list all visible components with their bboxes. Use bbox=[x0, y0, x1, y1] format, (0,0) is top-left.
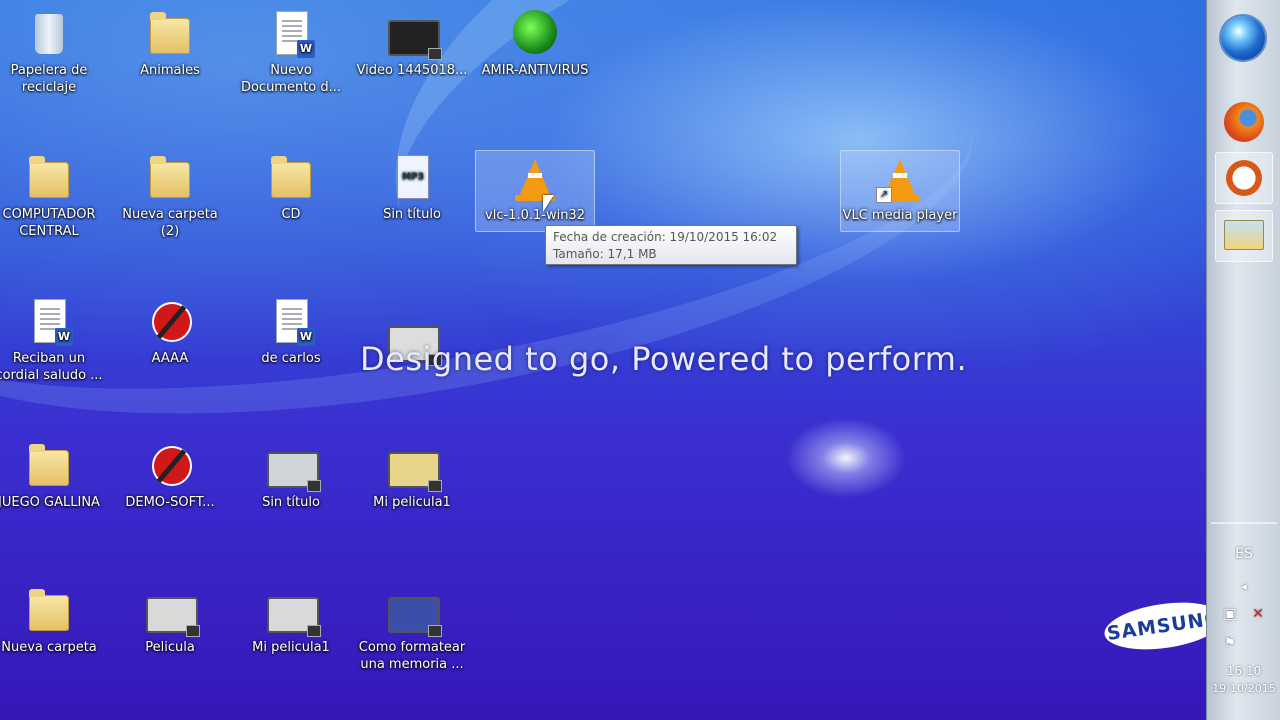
start-button[interactable] bbox=[1207, 6, 1280, 86]
language-indicator[interactable]: ES bbox=[1207, 546, 1280, 562]
desktop-icon-computador-central[interactable]: COMPUTADOR CENTRAL bbox=[0, 150, 107, 240]
icon-label: JUEGO GALLINA bbox=[0, 495, 100, 510]
action-center-icon[interactable]: ⚑ bbox=[1193, 636, 1267, 651]
no-entry-app-icon bbox=[152, 446, 192, 486]
desktop-icon-como-formatear[interactable]: Como formatear una memoria ... bbox=[354, 583, 470, 673]
desktop-icon-vlc-installer[interactable]: vlc-1.0.1-win32 bbox=[475, 150, 595, 232]
mp3-file-icon: MP3 bbox=[398, 156, 428, 198]
taskbar-windows-explorer[interactable] bbox=[1215, 210, 1273, 262]
icon-label: Nueva carpeta (2) bbox=[122, 207, 218, 239]
icon-label: Sin título bbox=[383, 207, 441, 222]
icon-label: Animales bbox=[140, 63, 200, 78]
icon-label: CD bbox=[281, 207, 301, 222]
folder-icon bbox=[29, 444, 69, 486]
video-file-icon bbox=[388, 597, 442, 637]
firefox-icon bbox=[1224, 102, 1264, 142]
folder-icon bbox=[29, 589, 69, 631]
desktop[interactable]: Papelera de reciclaje Animales W Nuevo D… bbox=[0, 0, 1206, 720]
desktop-icon-demo-soft[interactable]: DEMO-SOFT... bbox=[112, 438, 228, 511]
shortcut-arrow-icon: ↗ bbox=[876, 187, 892, 203]
mouse-cursor-icon bbox=[543, 195, 554, 212]
video-file-icon bbox=[388, 20, 442, 60]
icon-label: Video 1445018... bbox=[356, 63, 468, 78]
video-file-icon bbox=[388, 452, 442, 492]
video-file-icon bbox=[146, 597, 200, 637]
app-fist-icon bbox=[1226, 160, 1262, 196]
desktop-icon-mi-pelicula1-b[interactable]: Mi pelicula1 bbox=[233, 583, 349, 656]
desktop-icon-mi-pelicula1-a[interactable]: Mi pelicula1 bbox=[354, 438, 470, 511]
tray-separator bbox=[1211, 522, 1277, 524]
file-tooltip: Fecha de creación: 19/10/2015 16:02 Tama… bbox=[545, 225, 797, 265]
start-orb-icon bbox=[1221, 16, 1265, 60]
icon-label: vlc-1.0.1-win32 bbox=[485, 208, 585, 223]
desktop-icon-de-carlos[interactable]: W de carlos bbox=[233, 294, 349, 367]
clock-date[interactable]: 19/10/2015 bbox=[1207, 682, 1280, 695]
taskbar: ES ◂ ▣ ✕ ⚑ 16:10 19/10/2015 bbox=[1206, 0, 1280, 720]
windows-explorer-icon bbox=[1224, 220, 1264, 250]
tooltip-created: Fecha de creación: 19/10/2015 16:02 bbox=[553, 230, 778, 244]
desktop-icon-reciban-un-cordial[interactable]: W Reciban un cordial saludo ... bbox=[0, 294, 107, 384]
folder-icon bbox=[271, 156, 311, 198]
icon-label: Papelera de reciclaje bbox=[10, 63, 88, 95]
desktop-icon-sin-titulo-mp3[interactable]: MP3 Sin título bbox=[354, 150, 470, 223]
taskbar-app-fist[interactable] bbox=[1215, 152, 1273, 204]
icon-label: VLC media player bbox=[842, 208, 958, 223]
desktop-icon-aaaa[interactable]: AAAA bbox=[112, 294, 228, 367]
icon-label: Como formatear una memoria ... bbox=[358, 640, 466, 672]
speaker-muted-icon[interactable]: ✕ bbox=[1221, 606, 1280, 622]
antivirus-app-icon bbox=[513, 10, 557, 54]
wallpaper-tagline: Designed to go, Powered to perform. bbox=[360, 340, 968, 378]
desktop-icon-sin-titulo-video[interactable]: Sin título bbox=[233, 438, 349, 511]
icon-label: AAAA bbox=[151, 351, 189, 366]
icon-label: de carlos bbox=[261, 351, 321, 366]
desktop-icon-nuevo-documento[interactable]: W Nuevo Documento d... bbox=[233, 6, 349, 96]
icon-label: Reciban un cordial saludo ... bbox=[0, 351, 103, 383]
icon-label: Nueva carpeta bbox=[1, 640, 97, 655]
icon-label: AMIR-ANTIVIRUS bbox=[481, 63, 589, 78]
video-file-icon bbox=[267, 597, 321, 637]
icon-label: Mi pelicula1 bbox=[373, 495, 451, 510]
taskbar-firefox[interactable] bbox=[1215, 96, 1273, 148]
icon-label: Sin título bbox=[262, 495, 320, 510]
desktop-icon-video-1445018[interactable]: Video 1445018... bbox=[354, 6, 470, 79]
desktop-icon-animales[interactable]: Animales bbox=[112, 6, 228, 79]
icon-label: COMPUTADOR CENTRAL bbox=[2, 207, 96, 239]
desktop-icon-juego-gallina[interactable]: JUEGO GALLINA bbox=[0, 438, 107, 511]
desktop-icon-cd[interactable]: CD bbox=[233, 150, 349, 223]
icon-label: Pelicula bbox=[145, 640, 195, 655]
folder-icon bbox=[29, 156, 69, 198]
tooltip-size: Tamaño: 17,1 MB bbox=[553, 247, 657, 261]
show-hidden-icons-button[interactable]: ◂ bbox=[1207, 580, 1280, 593]
clock-time[interactable]: 16:10 bbox=[1207, 664, 1280, 678]
vlc-installer-icon bbox=[519, 159, 551, 197]
folder-icon bbox=[150, 12, 190, 54]
desktop-icon-pelicula[interactable]: Pelicula bbox=[112, 583, 228, 656]
icon-label: DEMO-SOFT... bbox=[125, 495, 215, 510]
video-file-icon bbox=[267, 452, 321, 492]
desktop-icon-amir-antivirus[interactable]: AMIR-ANTIVIRUS bbox=[477, 6, 593, 79]
icon-label: Nuevo Documento d... bbox=[240, 63, 342, 95]
desktop-icon-recycle-bin[interactable]: Papelera de reciclaje bbox=[0, 6, 107, 96]
recycle-bin-icon bbox=[35, 14, 63, 54]
samsung-logo: SAMSUNG bbox=[1101, 595, 1206, 657]
desktop-icon-nueva-carpeta[interactable]: Nueva carpeta bbox=[0, 583, 107, 656]
desktop-icon-nueva-carpeta-2[interactable]: Nueva carpeta (2) bbox=[112, 150, 228, 240]
icon-label: Mi pelicula1 bbox=[252, 640, 330, 655]
folder-icon bbox=[150, 156, 190, 198]
desktop-icon-vlc-media-player[interactable]: ↗ VLC media player bbox=[840, 150, 960, 232]
no-entry-app-icon bbox=[152, 302, 192, 342]
